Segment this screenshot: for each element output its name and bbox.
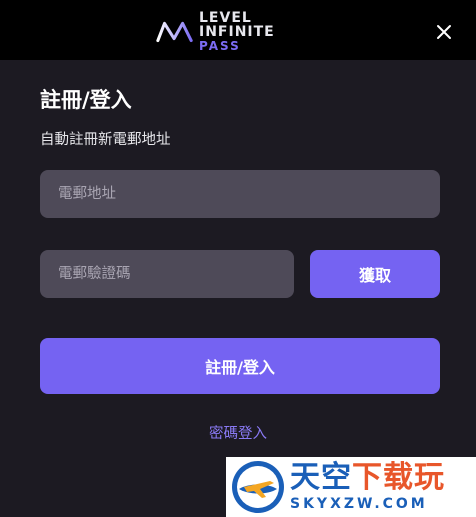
watermark-url: SKYXZW.COM [290,496,428,512]
level-infinite-mark-icon [156,21,193,43]
email-field[interactable] [40,170,440,218]
header-bar: LEVEL INFINITE PASS [0,0,476,60]
verification-code-field[interactable] [40,250,294,298]
airplane-globe-icon [232,461,284,513]
logo-wordmark: LEVEL INFINITE [199,9,275,40]
close-icon[interactable] [430,18,458,46]
level-infinite-pass-logo: LEVEL INFINITE PASS [155,11,327,52]
watermark-banner: 天空下载玩 SKYXZW.COM [226,457,476,517]
page-subtitle: 自動註冊新電郵地址 [40,132,171,148]
get-code-button[interactable]: 獲取 [310,250,440,298]
logo-subwordmark: PASS [199,38,241,53]
password-login-link[interactable]: 密碼登入 [0,422,476,443]
register-login-button[interactable]: 註冊/登入 [40,338,440,394]
watermark-title: 天空下载玩 [290,460,445,495]
page-title: 註冊/登入 [40,88,132,112]
